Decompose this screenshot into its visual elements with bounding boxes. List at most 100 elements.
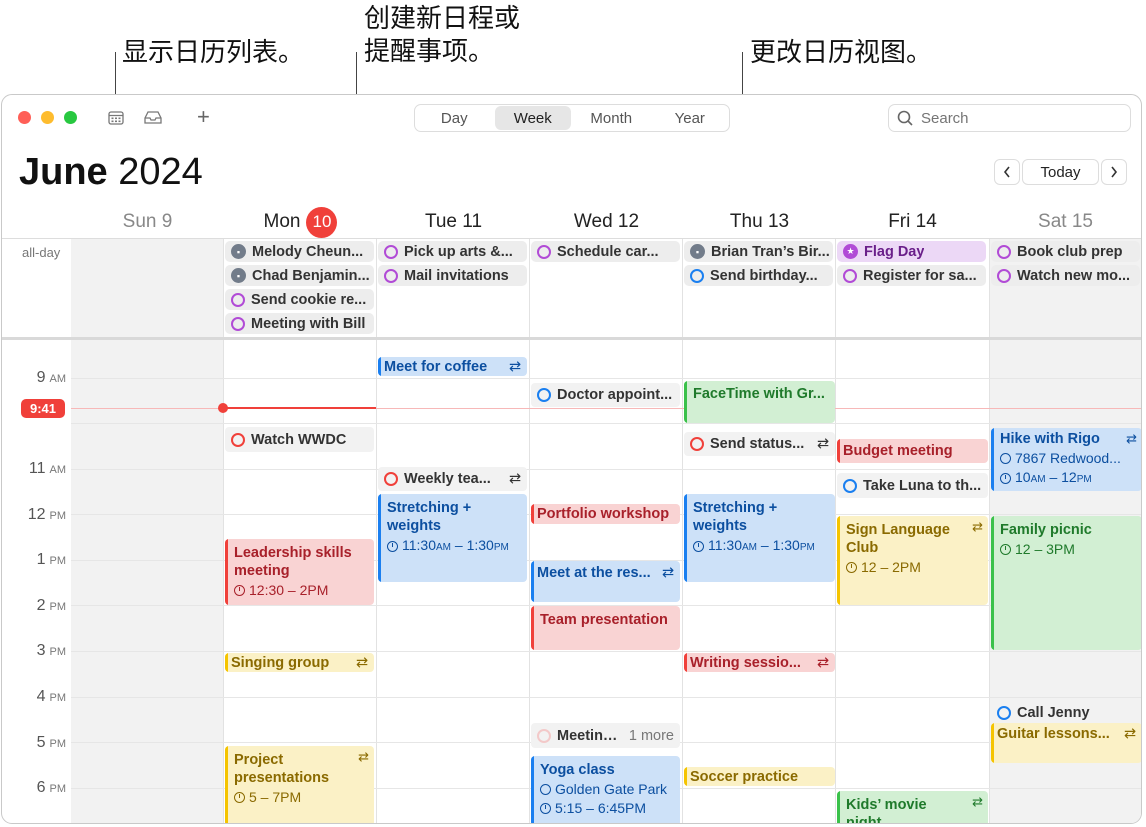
allday-event[interactable]: ▪ Melody Cheun... — [225, 241, 374, 262]
view-segmented-control: Day Week Month Year — [414, 104, 730, 132]
reminder-circle-icon[interactable] — [384, 244, 398, 259]
tab-year[interactable]: Year — [652, 106, 729, 130]
day-header-mon[interactable]: Mon 10 — [224, 206, 377, 238]
event-bar — [225, 746, 228, 823]
reminder-circle-icon[interactable] — [384, 472, 398, 486]
previous-week-button[interactable] — [994, 159, 1020, 185]
event-title: Budget meeting — [843, 443, 953, 459]
event-weekly-team[interactable]: Weekly tea... ⇄ — [378, 467, 527, 491]
add-event-button[interactable]: + — [197, 104, 210, 130]
repeat-icon: ⇄ — [972, 519, 983, 534]
event-soccer-practice[interactable]: Soccer practice — [684, 767, 835, 786]
allday-reminder[interactable]: Meeting with Bill — [225, 313, 374, 334]
event-meeting-more[interactable]: Meeting... 1 more — [531, 723, 680, 748]
next-week-button[interactable] — [1101, 159, 1127, 185]
allday-reminder[interactable]: Mail invitations — [378, 265, 527, 286]
event-facetime[interactable]: FaceTime with Gr... — [684, 381, 835, 423]
event-kids-movie-night[interactable]: ⇄ Kids’ movie night — [837, 791, 988, 823]
allday-event[interactable]: ▪ Brian Tran’s Bir... — [684, 241, 833, 262]
allday-reminder[interactable]: Pick up arts &... — [378, 241, 527, 262]
day-header-sat[interactable]: Sat 15 — [989, 209, 1141, 235]
gift-icon: ▪ — [231, 268, 246, 283]
reminder-circle-icon[interactable] — [537, 244, 551, 259]
allday-reminder[interactable]: Schedule car... — [531, 241, 680, 262]
event-writing-session[interactable]: Writing sessio... ⇄ — [684, 653, 835, 672]
year-label: 2024 — [118, 151, 203, 193]
grid-line — [529, 238, 530, 823]
event-hike-with-rigo[interactable]: ⇄ Hike with Rigo 7867 Redwood... 10AM – … — [991, 428, 1141, 491]
zoom-window-button[interactable] — [64, 111, 77, 124]
reminder-circle-icon[interactable] — [843, 268, 857, 283]
current-time-line — [223, 407, 376, 409]
event-stretching-thu[interactable]: Stretching + weights 11:30AM – 1:30PM — [684, 494, 835, 582]
day-header-fri[interactable]: Fri 14 — [836, 209, 989, 235]
reminder-circle-icon[interactable] — [231, 292, 245, 307]
event-meet-at-restaurant[interactable]: Meet at the res... ⇄ — [531, 561, 680, 602]
event-bar — [531, 561, 534, 602]
grid-line — [682, 238, 683, 823]
day-header-sun[interactable]: Sun 9 — [71, 209, 224, 235]
event-time: 12 – 3PM — [1000, 540, 1136, 558]
event-call-jenny[interactable]: Call Jenny — [991, 702, 1141, 724]
reminder-circle-icon[interactable] — [231, 432, 245, 447]
allday-event[interactable]: ▪ Chad Benjamin... — [225, 265, 374, 286]
event-budget-meeting[interactable]: Budget meeting — [837, 439, 988, 463]
event-meet-for-coffee[interactable]: Meet for coffee ⇄ — [378, 357, 527, 376]
event-title: Watch new mo... — [1017, 267, 1131, 284]
event-watch-wwdc[interactable]: Watch WWDC — [225, 427, 374, 452]
chevron-left-icon — [1003, 166, 1010, 178]
reminder-circle-icon[interactable] — [537, 388, 551, 402]
more-events-link[interactable]: 1 more — [629, 728, 674, 744]
event-guitar-lessons[interactable]: Guitar lessons... ⇄ — [991, 723, 1141, 763]
event-stretching-tue[interactable]: Stretching + weights 11:30AM – 1:30PM — [378, 494, 527, 582]
allday-reminder[interactable]: Send birthday... — [684, 265, 833, 286]
event-sign-language-club[interactable]: ⇄ Sign Language Club 12 – 2PM — [837, 516, 988, 605]
reminder-circle-icon[interactable] — [997, 706, 1011, 720]
event-project-presentations[interactable]: ⇄ Project presentations 5 – 7PM — [225, 746, 374, 823]
allday-event[interactable]: ★ Flag Day — [837, 241, 986, 262]
grid-line — [223, 238, 224, 823]
tab-week[interactable]: Week — [494, 106, 571, 130]
allday-reminder[interactable]: Register for sa... — [837, 265, 986, 286]
event-singing-group[interactable]: Singing group ⇄ — [225, 653, 374, 672]
chevron-right-icon — [1111, 166, 1118, 178]
search-input[interactable] — [921, 109, 1111, 127]
annotation-calendar-list: 显示日历列表。 — [122, 37, 305, 67]
reminder-circle-icon[interactable] — [843, 478, 857, 493]
search-field[interactable] — [888, 104, 1131, 132]
event-portfolio-workshop[interactable]: Portfolio workshop — [531, 504, 680, 524]
event-yoga-class[interactable]: Yoga class Golden Gate Park 5:15 – 6:45P… — [531, 756, 680, 823]
day-header-thu[interactable]: Thu 13 — [683, 209, 836, 235]
allday-reminder[interactable]: Send cookie re... — [225, 289, 374, 310]
close-window-button[interactable] — [18, 111, 31, 124]
minimize-window-button[interactable] — [41, 111, 54, 124]
day-name: Tue 11 — [424, 211, 483, 232]
day-header-tue[interactable]: Tue 11 — [377, 209, 530, 235]
reminder-circle-icon[interactable] — [690, 268, 704, 283]
event-title: Take Luna to th... — [863, 477, 982, 494]
calendar-list-icon[interactable] — [108, 110, 124, 125]
event-team-presentation[interactable]: Team presentation — [531, 606, 680, 650]
event-family-picnic[interactable]: Family picnic 12 – 3PM — [991, 516, 1141, 650]
reminder-circle-icon[interactable] — [537, 728, 551, 743]
event-title: Guitar lessons... — [997, 726, 1110, 742]
reminder-circle-icon[interactable] — [997, 268, 1011, 283]
allday-label: all-day — [22, 245, 61, 260]
today-button[interactable]: Today — [1022, 159, 1099, 185]
inbox-icon[interactable] — [143, 110, 163, 125]
event-leadership-skills[interactable]: Leadership skills meeting 12:30 – 2PM — [225, 539, 374, 605]
event-send-status[interactable]: Send status... ⇄ — [684, 432, 835, 456]
reminder-circle-icon[interactable] — [231, 316, 245, 331]
tab-month[interactable]: Month — [573, 106, 650, 130]
day-name: Thu 13 — [729, 211, 790, 232]
allday-reminder[interactable]: Watch new mo... — [991, 265, 1140, 286]
event-doctor-appointment[interactable]: Doctor appoint... — [531, 383, 680, 407]
day-header-wed[interactable]: Wed 12 — [530, 209, 683, 235]
tab-day[interactable]: Day — [416, 106, 493, 130]
event-time: 5 – 7PM — [234, 788, 368, 806]
reminder-circle-icon[interactable] — [384, 268, 398, 283]
reminder-circle-icon[interactable] — [690, 437, 704, 451]
reminder-circle-icon[interactable] — [997, 244, 1011, 259]
event-take-luna[interactable]: Take Luna to th... — [837, 473, 988, 498]
allday-reminder[interactable]: Book club prep — [991, 241, 1140, 262]
